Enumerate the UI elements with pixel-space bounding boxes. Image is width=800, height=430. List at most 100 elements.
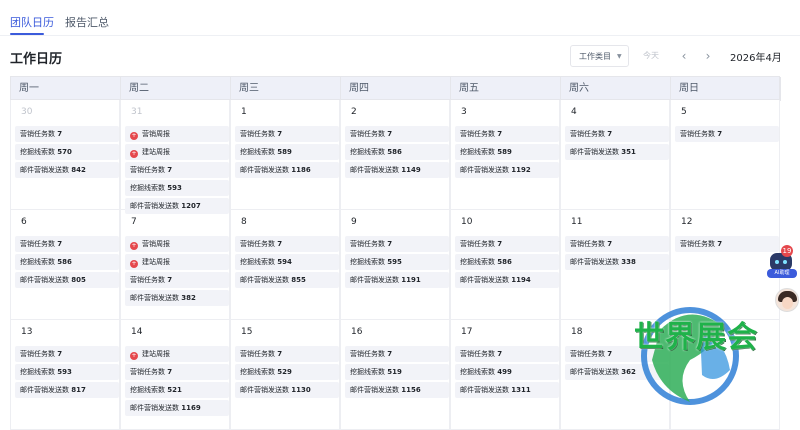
day-cell[interactable]: 5 营销任务数 7 bbox=[670, 100, 780, 210]
day-cell[interactable]: 16 营销任务数 7 挖掘线索数 519 邮件营销发送数 1156 bbox=[340, 320, 450, 430]
event-label: 邮件营销发送数 bbox=[460, 166, 509, 174]
day-cell[interactable]: 31 + 营销周报 + 建站周报 营销任务数 7 挖掘线索数 593 邮件营销发送数 1207 bbox=[120, 100, 230, 214]
next-month-button[interactable]: › bbox=[698, 46, 718, 66]
event-label: 邮件营销发送数 bbox=[350, 166, 399, 174]
stat-event[interactable]: 营销任务数 7 bbox=[345, 236, 449, 252]
tab-report-summary[interactable]: 报告汇总 bbox=[65, 14, 109, 30]
day-cell[interactable]: 9 营销任务数 7 挖掘线索数 595 邮件营销发送数 1191 bbox=[340, 210, 450, 320]
stat-event[interactable]: 挖掘线索数 589 bbox=[455, 144, 559, 160]
event-value: 855 bbox=[291, 276, 306, 284]
event-value: 7 bbox=[277, 130, 283, 138]
avatar[interactable] bbox=[775, 288, 799, 312]
stat-event[interactable]: 营销任务数 7 bbox=[675, 236, 779, 252]
stat-event[interactable]: 营销任务数 7 bbox=[235, 236, 339, 252]
stat-event[interactable]: 挖掘线索数 586 bbox=[455, 254, 559, 270]
day-cell[interactable]: 30 营销任务数 7 挖掘线索数 570 邮件营销发送数 842 bbox=[10, 100, 120, 210]
stat-event[interactable]: 挖掘线索数 594 bbox=[235, 254, 339, 270]
event-label: 挖掘线索数 bbox=[460, 148, 495, 156]
stat-event[interactable]: 营销任务数 7 bbox=[565, 346, 669, 362]
stat-event[interactable]: 邮件营销发送数 817 bbox=[15, 382, 119, 398]
stat-event[interactable]: 邮件营销发送数 1149 bbox=[345, 162, 449, 178]
event-value: 7 bbox=[607, 130, 613, 138]
weekday-1: 周一 bbox=[11, 77, 121, 101]
stat-event[interactable]: 邮件营销发送数 351 bbox=[565, 144, 669, 160]
stat-event[interactable]: 营销任务数 7 bbox=[565, 126, 669, 142]
stat-event[interactable]: 邮件营销发送数 1311 bbox=[455, 382, 559, 398]
event-label: 营销任务数 bbox=[350, 240, 385, 248]
stat-event[interactable]: 挖掘线索数 521 bbox=[125, 382, 229, 398]
stat-event[interactable]: 邮件营销发送数 1194 bbox=[455, 272, 559, 288]
report-event[interactable]: + 建站周报 bbox=[125, 254, 229, 270]
stat-event[interactable]: 挖掘线索数 589 bbox=[235, 144, 339, 160]
day-cell[interactable]: 3 营销任务数 7 挖掘线索数 589 邮件营销发送数 1192 bbox=[450, 100, 560, 210]
stat-event[interactable]: 营销任务数 7 bbox=[235, 126, 339, 142]
day-cell[interactable]: 13 营销任务数 7 挖掘线索数 593 邮件营销发送数 817 bbox=[10, 320, 120, 430]
day-cell[interactable]: 1 营销任务数 7 挖掘线索数 589 邮件营销发送数 1186 bbox=[230, 100, 340, 210]
today-button[interactable]: 今天 bbox=[643, 50, 659, 61]
work-type-select[interactable]: 工作类目 ▼ bbox=[570, 45, 629, 67]
report-event[interactable]: + 营销周报 bbox=[125, 126, 229, 142]
event-label: 邮件营销发送数 bbox=[570, 148, 619, 156]
stat-event[interactable]: 营销任务数 7 bbox=[125, 364, 229, 380]
day-cell[interactable]: 18 营销任务数 7 邮件营销发送数 362 bbox=[560, 320, 670, 430]
stat-event[interactable]: 营销任务数 7 bbox=[675, 126, 779, 142]
stat-event[interactable]: 邮件营销发送数 855 bbox=[235, 272, 339, 288]
day-cell[interactable]: 4 营销任务数 7 邮件营销发送数 351 bbox=[560, 100, 670, 210]
report-event[interactable]: + 营销周报 bbox=[125, 236, 229, 252]
event-value: 7 bbox=[607, 350, 613, 358]
stat-event[interactable]: 邮件营销发送数 1169 bbox=[125, 400, 229, 416]
stat-event[interactable]: 邮件营销发送数 362 bbox=[565, 364, 669, 380]
stat-event[interactable]: 营销任务数 7 bbox=[15, 236, 119, 252]
day-cell[interactable]: 7 + 营销周报 + 建站周报 营销任务数 7 邮件营销发送数 382 bbox=[120, 210, 230, 320]
stat-event[interactable]: 挖掘线索数 586 bbox=[15, 254, 119, 270]
day-cell[interactable]: 12 营销任务数 7 bbox=[670, 210, 780, 320]
report-event[interactable]: + 建站周报 bbox=[125, 346, 229, 362]
stat-event[interactable]: 营销任务数 7 bbox=[15, 346, 119, 362]
stat-event[interactable]: 邮件营销发送数 1186 bbox=[235, 162, 339, 178]
stat-event[interactable]: 挖掘线索数 586 bbox=[345, 144, 449, 160]
stat-event[interactable]: 营销任务数 7 bbox=[455, 346, 559, 362]
stat-event[interactable]: 营销任务数 7 bbox=[345, 126, 449, 142]
stat-event[interactable]: 邮件营销发送数 382 bbox=[125, 290, 229, 306]
day-cell[interactable]: 11 营销任务数 7 邮件营销发送数 338 bbox=[560, 210, 670, 320]
stat-event[interactable]: 营销任务数 7 bbox=[345, 346, 449, 362]
stat-event[interactable]: 邮件营销发送数 338 bbox=[565, 254, 669, 270]
prev-month-button[interactable]: ‹ bbox=[674, 46, 694, 66]
day-cell[interactable] bbox=[670, 320, 780, 430]
stat-event[interactable]: 营销任务数 7 bbox=[455, 126, 559, 142]
stat-event[interactable]: 邮件营销发送数 1156 bbox=[345, 382, 449, 398]
stat-event[interactable]: 营销任务数 7 bbox=[125, 272, 229, 288]
stat-event[interactable]: 挖掘线索数 570 bbox=[15, 144, 119, 160]
stat-event[interactable]: 挖掘线索数 595 bbox=[345, 254, 449, 270]
day-number: 9 bbox=[351, 217, 357, 227]
report-event[interactable]: + 建站周报 bbox=[125, 144, 229, 160]
day-cell[interactable]: 2 营销任务数 7 挖掘线索数 586 邮件营销发送数 1149 bbox=[340, 100, 450, 210]
tab-team-calendar[interactable]: 团队日历 bbox=[10, 14, 54, 30]
event-label: 邮件营销发送数 bbox=[20, 276, 69, 284]
stat-event[interactable]: 邮件营销发送数 842 bbox=[15, 162, 119, 178]
ai-assistant-button[interactable]: 19 AI助理 bbox=[767, 245, 797, 279]
stat-event[interactable]: 邮件营销发送数 805 bbox=[15, 272, 119, 288]
stat-event[interactable]: 挖掘线索数 593 bbox=[125, 180, 229, 196]
stat-event[interactable]: 营销任务数 7 bbox=[565, 236, 669, 252]
stat-event[interactable]: 挖掘线索数 529 bbox=[235, 364, 339, 380]
stat-event[interactable]: 营销任务数 7 bbox=[455, 236, 559, 252]
day-cell[interactable]: 14 + 建站周报 营销任务数 7 挖掘线索数 521 邮件营销发送数 1169 bbox=[120, 320, 230, 430]
stat-event[interactable]: 营销任务数 7 bbox=[235, 346, 339, 362]
event-value: 1311 bbox=[511, 386, 531, 394]
day-cell[interactable]: 8 营销任务数 7 挖掘线索数 594 邮件营销发送数 855 bbox=[230, 210, 340, 320]
stat-event[interactable]: 营销任务数 7 bbox=[125, 162, 229, 178]
stat-event[interactable]: 挖掘线索数 593 bbox=[15, 364, 119, 380]
stat-event[interactable]: 挖掘线索数 519 bbox=[345, 364, 449, 380]
day-cell[interactable]: 6 营销任务数 7 挖掘线索数 586 邮件营销发送数 805 bbox=[10, 210, 120, 320]
day-number: 8 bbox=[241, 217, 247, 227]
stat-event[interactable]: 营销任务数 7 bbox=[15, 126, 119, 142]
day-cell[interactable]: 17 营销任务数 7 挖掘线索数 499 邮件营销发送数 1311 bbox=[450, 320, 560, 430]
stat-event[interactable]: 邮件营销发送数 1191 bbox=[345, 272, 449, 288]
stat-event[interactable]: 邮件营销发送数 1130 bbox=[235, 382, 339, 398]
event-label: 邮件营销发送数 bbox=[130, 294, 179, 302]
day-cell[interactable]: 10 营销任务数 7 挖掘线索数 586 邮件营销发送数 1194 bbox=[450, 210, 560, 320]
stat-event[interactable]: 邮件营销发送数 1192 bbox=[455, 162, 559, 178]
stat-event[interactable]: 挖掘线索数 499 bbox=[455, 364, 559, 380]
day-cell[interactable]: 15 营销任务数 7 挖掘线索数 529 邮件营销发送数 1130 bbox=[230, 320, 340, 430]
